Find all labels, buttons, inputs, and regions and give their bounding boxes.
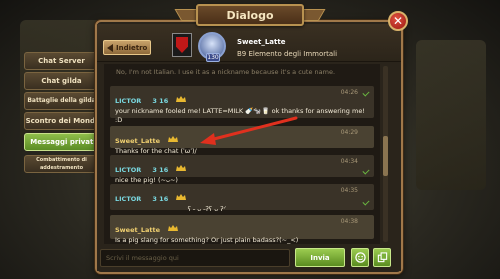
back-arrow-icon (107, 44, 113, 52)
chat-message: LICTOR 3 16 04:35 ʕ⁠ ⁠˶⁠ ⁠ᴗ⁠ ⁠˶⁠ʔ⁠ʕ⁠ ⁠ᴗ⁠… (110, 184, 374, 213)
message-time: 04:35 (340, 187, 358, 194)
send-button[interactable]: Invia (295, 248, 345, 267)
crown-icon (176, 193, 187, 200)
contact-guild: B9 Elemento degli Immortali (237, 50, 338, 58)
crown-icon (176, 95, 187, 102)
chat-scrollbar[interactable] (383, 66, 388, 242)
tab-scontro-mondi[interactable]: Scontro dei Mondi (24, 112, 99, 130)
message-input[interactable] (100, 249, 290, 267)
read-check-icon (362, 167, 370, 175)
background-building-right (416, 40, 486, 190)
tab-combattimento-addestramento[interactable]: Combattimento di addestramento (24, 155, 99, 173)
message-time: 04:29 (340, 129, 358, 136)
message-sender-level: 3 16 (152, 97, 169, 105)
back-button[interactable]: Indietro (103, 40, 151, 55)
guild-emblem-icon (172, 33, 192, 57)
tab-battaglie-gilda[interactable]: Battaglie della gilda (24, 92, 99, 110)
avatar-level-badge: 130 (206, 53, 220, 62)
message-sender: LICTOR (115, 166, 142, 174)
emoji-icon (354, 252, 366, 263)
chat-message: LICTOR 3 16 04:34 nice the pig! (~ᴗ~) (110, 155, 374, 184)
message-sender: Sweet_Latte (115, 226, 161, 234)
message-sender: Sweet_Latte (115, 137, 161, 145)
close-icon: ✕ (392, 14, 404, 28)
crown-icon (168, 224, 179, 231)
back-button-label: Indietro (116, 43, 148, 52)
message-time: 04:38 (340, 218, 358, 225)
crown-icon (168, 135, 179, 142)
tab-chat-server[interactable]: Chat Server (24, 52, 99, 70)
chat-message: Sweet_Latte 04:38 Is a pig slang for som… (110, 215, 374, 244)
faded-message-text: No, I'm not Italian. I use it as a nickn… (116, 68, 336, 76)
crown-icon (176, 164, 187, 171)
scrollbar-thumb[interactable] (383, 136, 388, 176)
message-time: 04:34 (340, 158, 358, 165)
message-sender: LICTOR (115, 97, 142, 105)
contact-name: Sweet_Latte (237, 38, 286, 46)
message-text: Is a pig slang for something? Or just pl… (115, 236, 299, 244)
message-text: ʕ⁠ ⁠˶⁠ ⁠ᴗ⁠ ⁠˶⁠ʔ⁠ʕ⁠ ⁠ᴗ⁠ ⁠ʔ⁠ᐟ (187, 205, 227, 213)
message-sender-level: 3 16 (152, 195, 169, 203)
message-sender: LICTOR (115, 195, 142, 203)
copy-button[interactable] (373, 248, 391, 267)
dialog-title: Dialogo (196, 4, 304, 26)
message-time: 04:26 (340, 89, 358, 96)
tab-messaggi-privati[interactable]: Messaggi privati (24, 133, 102, 151)
emoji-button[interactable] (351, 248, 369, 267)
annotation-arrow-icon (200, 116, 298, 145)
copy-icon (377, 252, 387, 263)
close-button[interactable]: ✕ (388, 11, 408, 31)
tab-chat-gilda[interactable]: Chat gilda (24, 72, 99, 90)
read-check-icon (362, 89, 370, 97)
message-sender-level: 3 16 (152, 166, 169, 174)
